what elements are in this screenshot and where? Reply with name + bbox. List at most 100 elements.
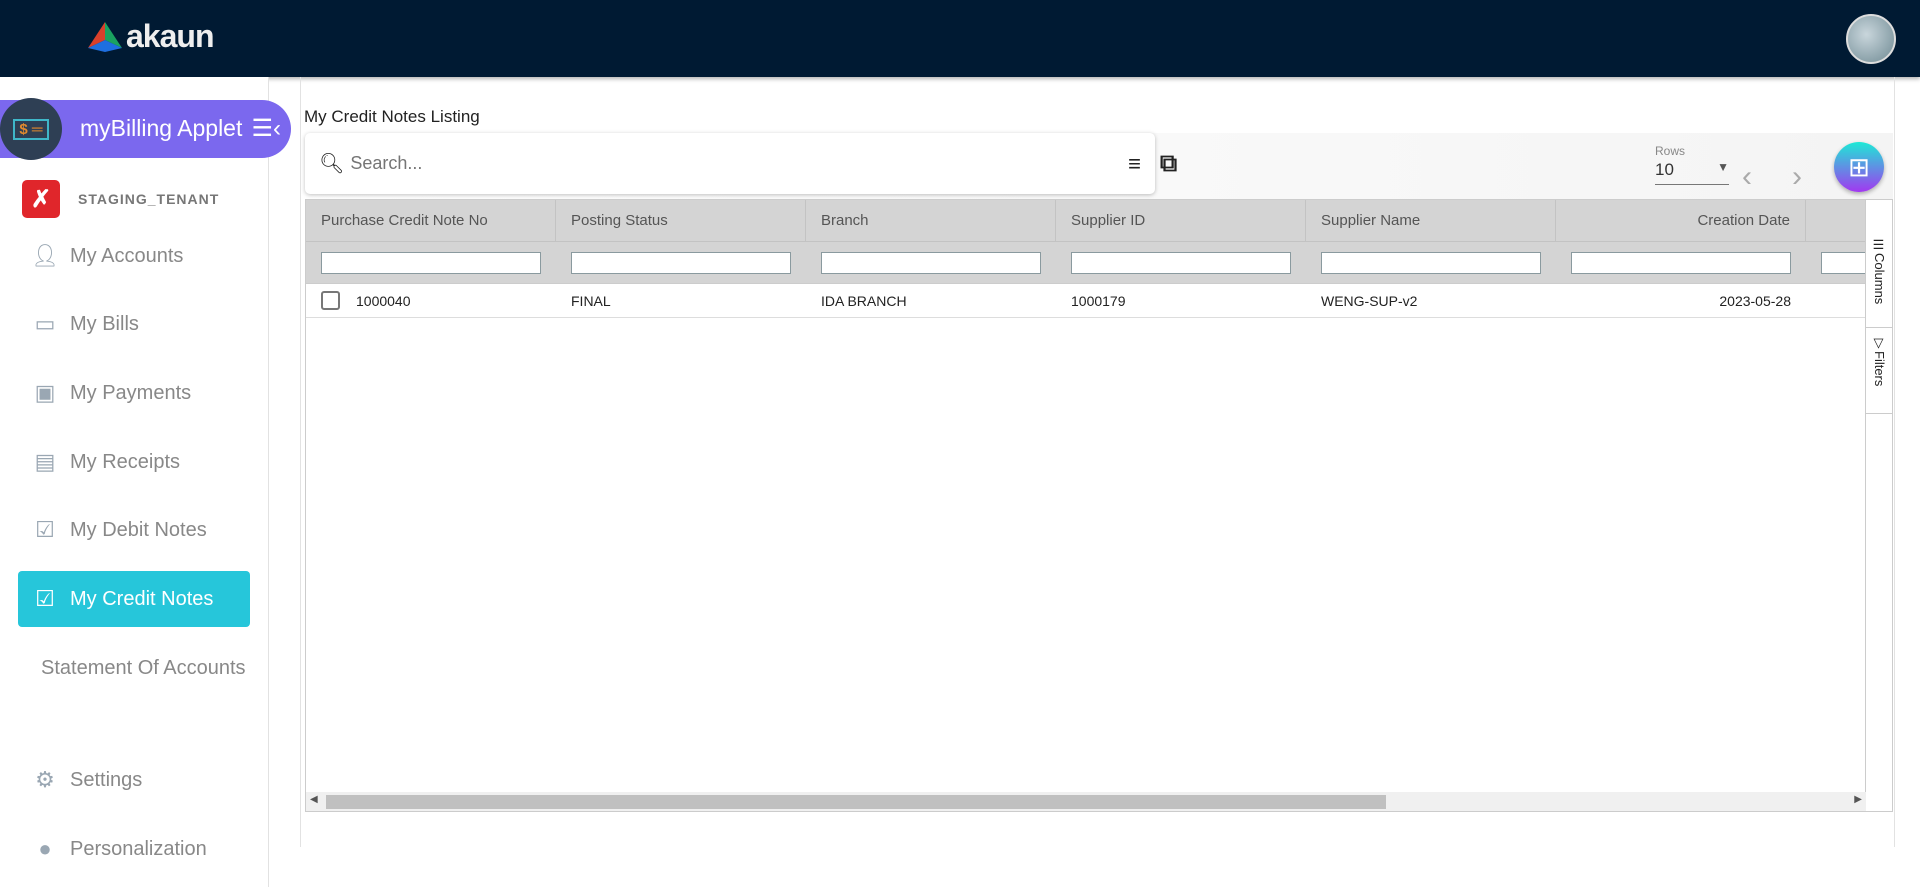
sidebar-item-my-credit-notes[interactable]: ☑ My Credit Notes	[18, 571, 250, 627]
filter-funnel-icon: ▽	[1872, 336, 1887, 351]
payments-icon: ▣	[34, 380, 56, 405]
sidebar-item-label: My Bills	[70, 312, 139, 335]
table-cell: IDA BRANCH	[806, 284, 1056, 317]
sidebar-item-statement-of-accounts[interactable]: Statement Of Accounts	[18, 640, 250, 696]
next-page-button[interactable]: ›	[1792, 160, 1802, 194]
cell-value: IDA BRANCH	[821, 292, 907, 309]
column-header[interactable]: Creation Date	[1556, 200, 1806, 241]
filters-tab[interactable]: ▽ Filters	[1866, 328, 1893, 414]
rows-select[interactable]: 10 ▼	[1655, 158, 1729, 185]
sidebar-item-label: Statement Of Accounts	[41, 656, 246, 679]
search-icon: 🔍︎	[319, 153, 345, 175]
columns-tab-label: Columns	[1872, 253, 1887, 305]
tenant-logo: ✗	[22, 180, 60, 218]
sidebar-item-label: My Receipts	[70, 450, 181, 473]
table-cell: WENG-SUP-v2	[1306, 284, 1556, 317]
row-checkbox[interactable]	[321, 291, 340, 310]
prev-page-button[interactable]: ‹	[1742, 160, 1752, 194]
data-grid: Purchase Credit Note No Posting Status Bra…	[305, 199, 1893, 812]
sidebar-item-my-payments[interactable]: ▣ My Payments	[18, 365, 250, 421]
top-bar: akaun	[0, 0, 1920, 77]
table-cell: 1000040	[306, 284, 556, 317]
gear-icon: ⚙	[35, 767, 55, 792]
applet-title: myBilling Applet	[80, 115, 243, 141]
cell-value: 1000040	[356, 292, 411, 309]
filter-cell	[1806, 242, 1866, 283]
table-cell: FINAL	[556, 284, 806, 317]
page-title: My Credit Notes Listing	[304, 107, 480, 126]
sidebar-item-personalization[interactable]: ● Personalization	[18, 821, 250, 877]
column-filter-input[interactable]	[321, 251, 541, 274]
search-box[interactable]: 🔍︎ ≡	[305, 133, 1155, 194]
user-avatar[interactable]	[1846, 14, 1896, 64]
table-row[interactable]: 1000040 FINAL IDA BRANCH 1000179 WENG-SUP-v2…	[306, 283, 1866, 318]
sidebar-item-label: My Debit Notes	[70, 518, 207, 541]
receipt-icon: ▤	[34, 449, 56, 474]
filter-cell	[556, 242, 806, 283]
columns-tab[interactable]: ☰ Columns	[1866, 230, 1893, 328]
brand-name: akaun	[126, 18, 214, 54]
sidebar-item-label: My Credit Notes	[70, 587, 214, 610]
column-header[interactable]: Supplier ID	[1056, 200, 1306, 241]
grid-header: Purchase Credit Note No Posting Status Bra…	[306, 200, 1866, 241]
sidebar-item-my-accounts[interactable]: 👤︎ My Accounts	[18, 228, 250, 284]
sidebar-item-my-debit-notes[interactable]: ☑ My Debit Notes	[18, 502, 250, 558]
grid-view-button[interactable]: ⊞	[1834, 142, 1884, 192]
search-input[interactable]	[350, 153, 1129, 174]
rows-value: 10	[1655, 160, 1674, 179]
filter-cell	[806, 242, 1056, 283]
table-cell: 2023-05-28	[1556, 284, 1806, 317]
column-header[interactable]: Purchase Credit Note No	[306, 200, 556, 241]
filter-row	[306, 241, 1866, 283]
sidebar: $ ═ myBilling Applet ☰‹ ✗ STAGING_TENANT…	[0, 77, 291, 887]
sidebar-item-settings[interactable]: ⚙ Settings	[18, 752, 250, 808]
cell-value: 2023-05-28	[1719, 292, 1791, 309]
person-icon: 👤︎	[31, 243, 59, 268]
scrollbar-thumb[interactable]	[326, 795, 1386, 809]
column-filter-input[interactable]	[821, 251, 1041, 274]
tenant[interactable]: ✗ STAGING_TENANT	[22, 180, 219, 218]
checklist-icon: ☑	[35, 517, 55, 542]
grid-icon: ⊞	[1848, 151, 1870, 182]
billing-icon: $ ═	[0, 98, 62, 160]
rows-per-page[interactable]: Rows 10 ▼	[1655, 144, 1729, 185]
collapse-sidebar-icon[interactable]: ☰‹	[251, 114, 281, 143]
column-filter-input[interactable]	[1821, 251, 1866, 274]
sidebar-item-my-receipts[interactable]: ▤ My Receipts	[18, 434, 250, 490]
cell-value: 1000179	[1071, 292, 1126, 309]
table-cell: 1000179	[1056, 284, 1306, 317]
column-filter-input[interactable]	[1571, 251, 1791, 274]
cell-value: FINAL	[571, 292, 611, 309]
tenant-name: STAGING_TENANT	[78, 191, 220, 207]
column-filter-input[interactable]	[1071, 251, 1291, 274]
applet-header: $ ═ myBilling Applet ☰‹	[0, 98, 291, 160]
akaun-logo[interactable]: akaun	[88, 18, 214, 55]
side-panel: ☰ Columns ▽ Filters	[1865, 200, 1893, 811]
checklist-icon: ☑	[35, 586, 55, 611]
filters-tab-label: Filters	[1872, 351, 1887, 387]
column-filter-input[interactable]	[571, 251, 791, 274]
column-header[interactable]: Branch	[806, 200, 1056, 241]
column-header[interactable]: Supplier Name	[1306, 200, 1556, 241]
filter-cell	[306, 242, 556, 283]
rows-label: Rows	[1655, 144, 1686, 158]
sidebar-item-label: My Accounts	[70, 244, 184, 267]
filter-cell	[1056, 242, 1306, 283]
person-circle-icon: ●	[38, 836, 52, 861]
horizontal-scrollbar[interactable]: ◀ ▶	[306, 792, 1866, 811]
column-header[interactable]: Posting Status	[556, 200, 806, 241]
sidebar-item-label: Settings	[70, 768, 143, 791]
scroll-right-icon[interactable]: ▶	[1854, 794, 1862, 805]
copy-badge-icon[interactable]: ⧉	[1160, 150, 1177, 178]
credit-card-icon: ▭	[34, 311, 56, 336]
scroll-left-icon[interactable]: ◀	[310, 794, 318, 805]
column-filter-input[interactable]	[1321, 251, 1541, 274]
filter-icon[interactable]: ≡	[1128, 151, 1141, 177]
cell-value: WENG-SUP-v2	[1321, 292, 1418, 309]
sidebar-item-my-bills[interactable]: ▭ My Bills	[18, 296, 250, 352]
sidebar-item-label: My Payments	[70, 381, 192, 404]
filter-cell	[1556, 242, 1806, 283]
dropdown-arrow-icon: ▼	[1717, 160, 1729, 174]
sidebar-item-label: Personalization	[70, 837, 207, 860]
filter-cell	[1306, 242, 1556, 283]
